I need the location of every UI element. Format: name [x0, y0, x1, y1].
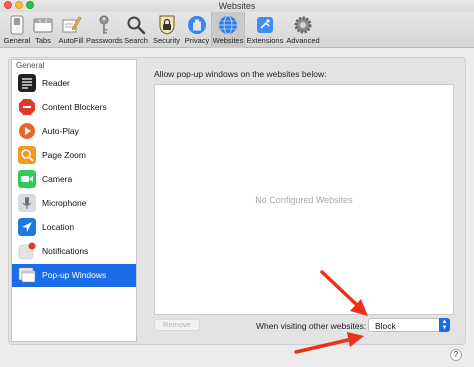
- annotation-arrow-lower: [294, 332, 364, 354]
- annotation-arrow-upper: [320, 270, 368, 316]
- annotation-arrows: [294, 270, 368, 354]
